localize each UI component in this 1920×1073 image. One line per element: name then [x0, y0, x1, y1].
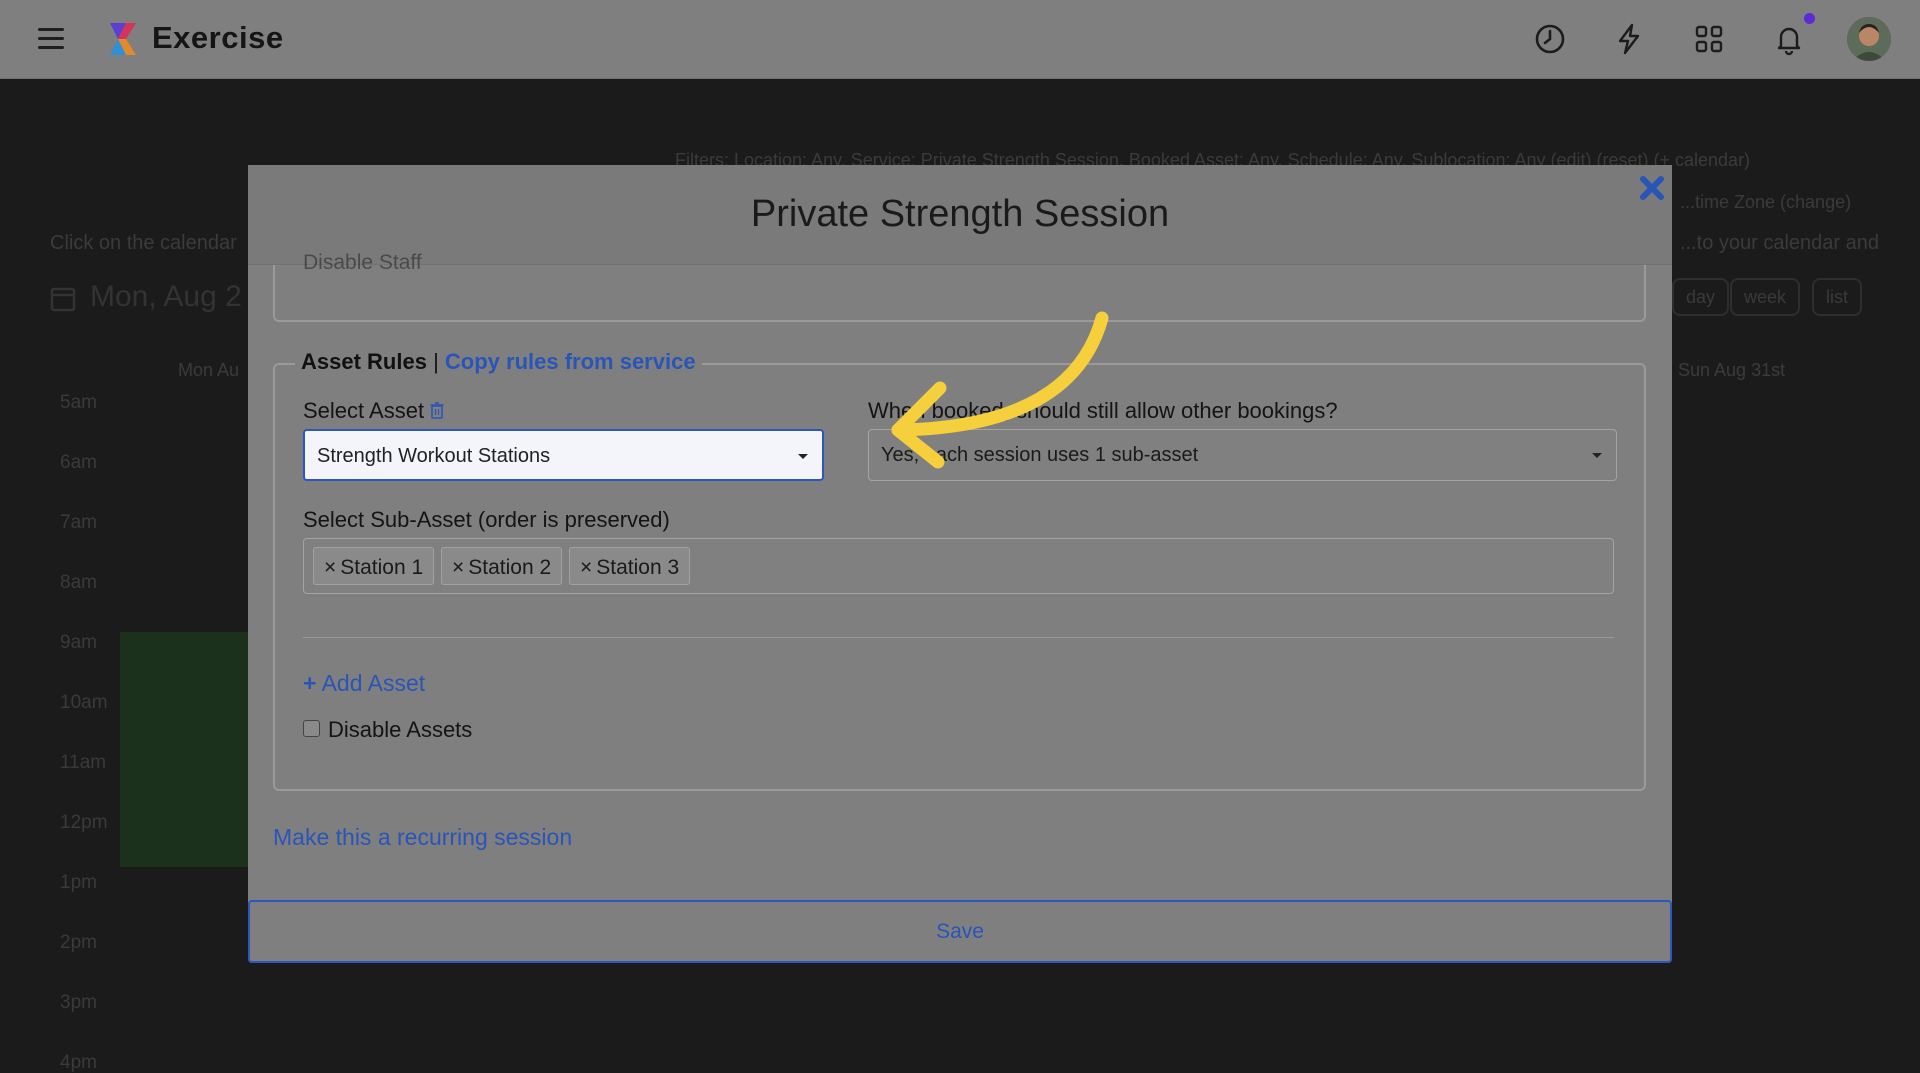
select-asset-label-text: Select Asset	[303, 398, 425, 423]
trash-icon[interactable]	[430, 402, 444, 419]
calendar-icon	[50, 287, 76, 312]
session-modal: Private Strength Session Disable Staff A…	[248, 165, 1672, 963]
legend-separator: |	[426, 349, 445, 374]
asset-rules-title: Asset Rules	[301, 349, 427, 374]
remove-tag-icon[interactable]: ×	[324, 556, 336, 579]
sub-asset-tag-label: Station 3	[596, 556, 680, 579]
time-label: 7am	[60, 512, 97, 533]
disable-assets-label: Disable Assets	[328, 717, 473, 742]
save-button[interactable]: Save	[248, 900, 1672, 963]
column-header-sun: Sun Aug 31st	[1678, 360, 1786, 380]
view-day-button[interactable]: day	[1672, 278, 1730, 316]
section-divider	[303, 637, 1614, 638]
sub-asset-label: Select Sub-Asset (order is preserved)	[303, 507, 670, 532]
clock-icon[interactable]	[1533, 22, 1567, 56]
modal-title: Private Strength Session	[750, 193, 1170, 235]
plus-icon: +	[303, 670, 317, 696]
sub-asset-tag: × Station 3	[569, 547, 691, 585]
time-label: 2pm	[60, 932, 97, 953]
time-label: 8am	[60, 572, 97, 593]
date-heading: Mon, Aug 2	[90, 280, 242, 313]
add-asset-button[interactable]: + Add Asset	[303, 670, 425, 697]
select-asset-label: Select Asset	[303, 398, 444, 424]
notification-dot	[1804, 13, 1815, 24]
time-label: 5am	[60, 392, 97, 413]
disable-staff-label: Disable Staff	[303, 251, 422, 274]
time-label: 4pm	[60, 1052, 97, 1073]
menu-icon[interactable]	[38, 28, 64, 50]
add-asset-label: Add Asset	[321, 670, 426, 696]
top-bar: Exercise	[0, 0, 1920, 79]
instruction-text-right: ...to your calendar and	[1680, 232, 1880, 254]
select-asset-dropdown[interactable]: Strength Workout Stations	[303, 429, 824, 481]
bell-icon[interactable]	[1772, 22, 1806, 56]
modal-header: Private Strength Session	[248, 165, 1672, 265]
allow-bookings-label: When booked, should still allow other bo…	[868, 398, 1338, 423]
view-week-button[interactable]: week	[1730, 278, 1801, 316]
bolt-icon[interactable]	[1612, 22, 1646, 56]
remove-tag-icon[interactable]: ×	[580, 556, 592, 579]
allow-bookings-value: Yes, each session uses 1 sub-asset	[881, 444, 1199, 466]
instruction-text: Click on the calendar	[50, 232, 237, 254]
chevron-down-icon	[1592, 453, 1602, 458]
allow-bookings-dropdown[interactable]: Yes, each session uses 1 sub-asset	[868, 429, 1617, 481]
sub-asset-tag: × Station 1	[313, 547, 435, 585]
sub-asset-tag-label: Station 1	[340, 556, 424, 579]
timezone-text: ...time Zone (change)	[1680, 192, 1852, 212]
asset-rules-legend: Asset Rules | Copy rules from service	[295, 349, 702, 375]
sub-asset-tag-label: Station 2	[468, 556, 552, 579]
avatar[interactable]	[1847, 17, 1891, 61]
app-logo-icon	[110, 23, 136, 55]
app-title: Exercise	[152, 20, 284, 55]
chevron-down-icon	[798, 454, 808, 459]
sub-asset-multiselect[interactable]: × Station 1 × Station 2 × Station 3	[303, 538, 1614, 594]
time-label: 10am	[60, 692, 108, 713]
remove-tag-icon[interactable]: ×	[452, 556, 464, 579]
calendar-event-block	[120, 632, 250, 867]
sub-asset-tag: × Station 2	[441, 547, 563, 585]
disable-assets-checkbox[interactable]	[303, 720, 320, 737]
time-label: 6am	[60, 452, 97, 473]
time-label: 11am	[60, 752, 107, 773]
copy-rules-link[interactable]: Copy rules from service	[445, 349, 696, 374]
time-label: 3pm	[60, 992, 97, 1013]
apps-grid-icon[interactable]	[1692, 22, 1726, 56]
time-label: 12pm	[60, 812, 108, 833]
recurring-session-link[interactable]: Make this a recurring session	[273, 824, 572, 851]
close-icon[interactable]	[1638, 173, 1666, 203]
time-label: 1pm	[60, 872, 97, 893]
select-asset-value: Strength Workout Stations	[317, 445, 551, 467]
staff-rules-section: Disable Staff	[273, 251, 1646, 322]
view-list-button[interactable]: list	[1812, 278, 1862, 316]
column-header-mon: Mon Au	[178, 360, 240, 380]
time-label: 9am	[60, 632, 97, 653]
